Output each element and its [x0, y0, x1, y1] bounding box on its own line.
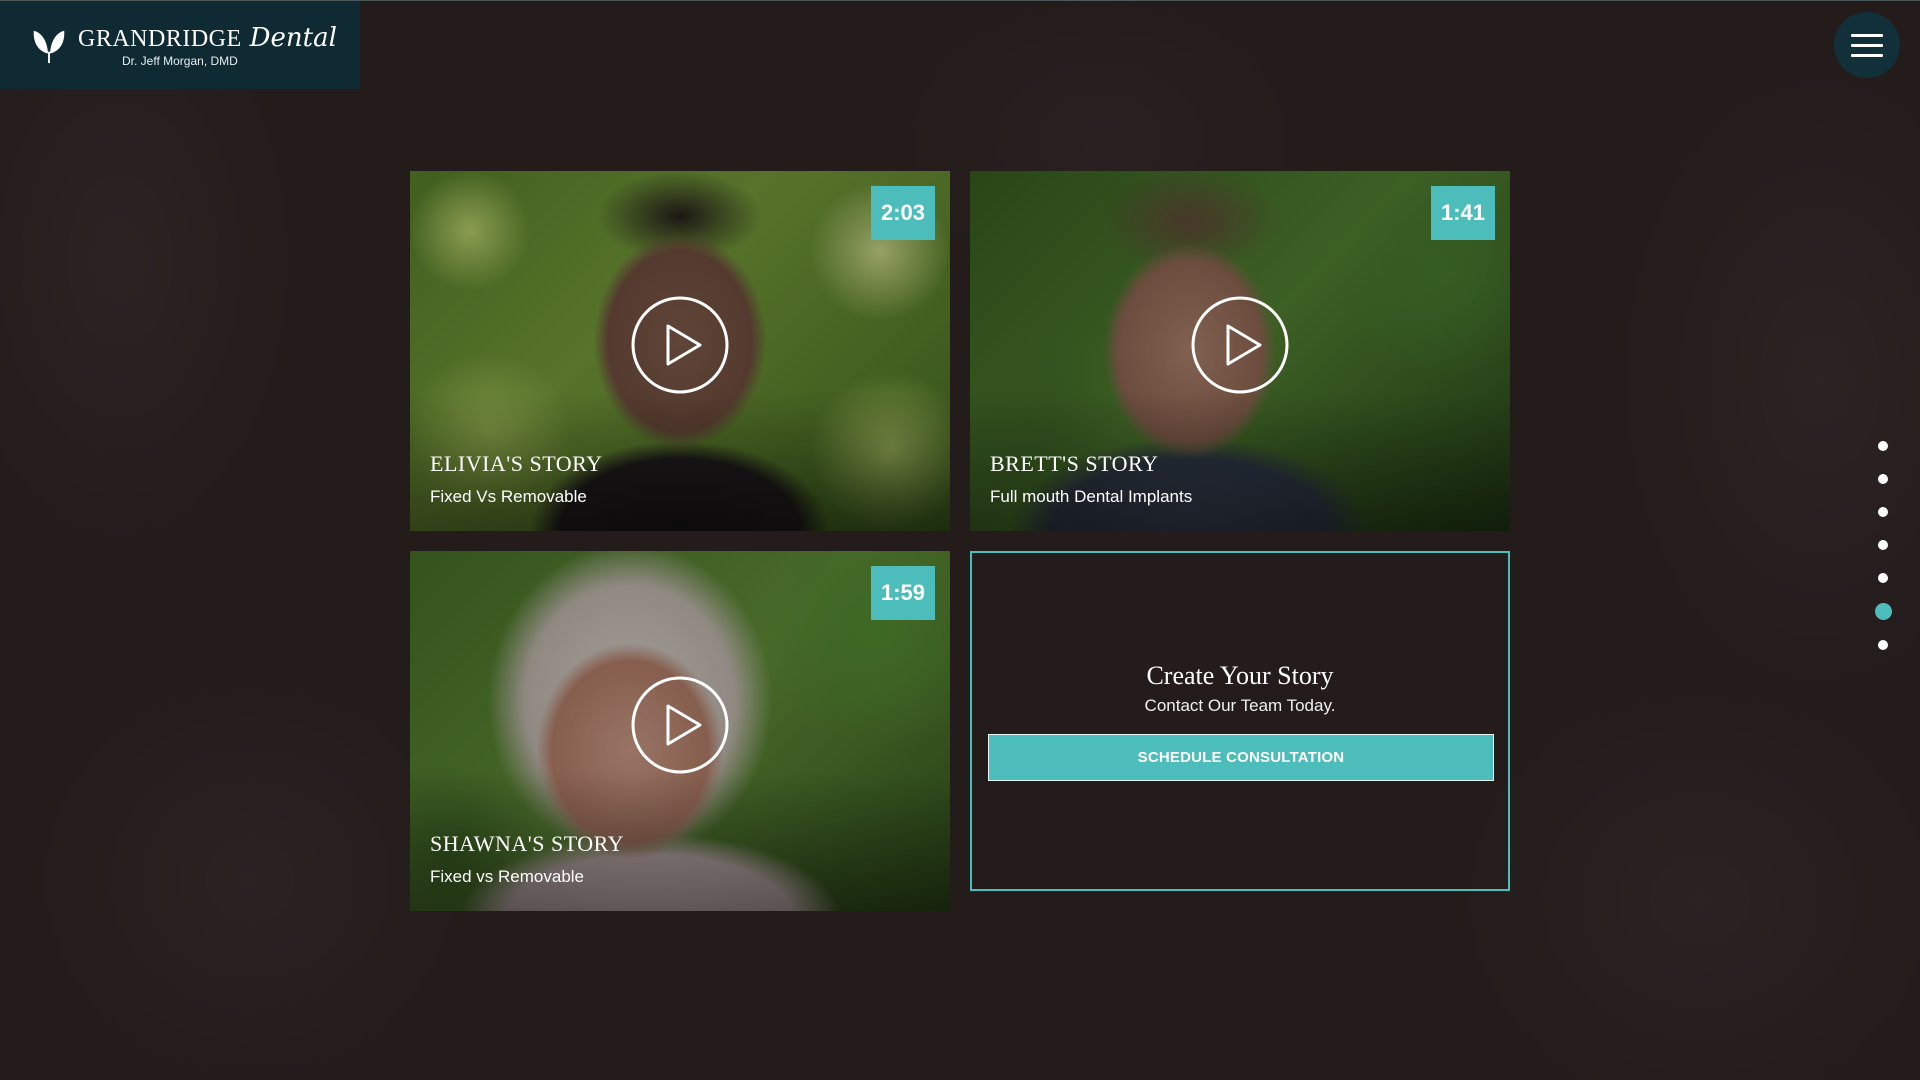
story-subtitle: Full mouth Dental Implants — [990, 487, 1193, 506]
pager-dot[interactable] — [1878, 441, 1888, 451]
logo-brand-name: GRANDRIDGE — [78, 25, 242, 52]
video-duration-badge: 1:59 — [871, 566, 935, 620]
site-logo[interactable]: GRANDRIDGE Dental Dr. Jeff Morgan, DMD — [0, 1, 360, 89]
story-title: BRETT'S STORY — [990, 451, 1159, 476]
play-icon[interactable] — [631, 676, 729, 774]
cta-title: Create Your Story — [1146, 661, 1334, 690]
page: GRANDRIDGE Dental Dr. Jeff Morgan, DMD 2… — [0, 0, 1920, 1080]
story-title: SHAWNA'S STORY — [430, 831, 624, 856]
story-card-shawna[interactable]: 1:59 SHAWNA'S STORY Fixed vs Removable — [410, 551, 950, 911]
story-title: ELIVIA'S STORY — [430, 451, 603, 476]
story-subtitle: Fixed vs Removable — [430, 867, 585, 886]
pager-dot[interactable] — [1878, 640, 1888, 650]
video-duration-badge: 2:03 — [871, 186, 935, 240]
create-story-panel: Create Your Story Contact Our Team Today… — [970, 551, 1510, 891]
leaf-logo-icon — [33, 30, 65, 64]
schedule-consultation-button[interactable]: SCHEDULE CONSULTATION — [988, 734, 1494, 781]
menu-button[interactable] — [1834, 12, 1900, 78]
logo-doctor-name: Dr. Jeff Morgan, DMD — [122, 53, 238, 68]
logo-brand-script: Dental — [249, 22, 337, 53]
video-duration-badge: 1:41 — [1431, 186, 1495, 240]
cta-subtitle: Contact Our Team Today. — [1144, 696, 1336, 715]
pager-dot[interactable] — [1878, 474, 1888, 484]
pager-dot-active[interactable] — [1874, 603, 1892, 620]
play-icon[interactable] — [1191, 296, 1289, 394]
play-icon[interactable] — [631, 296, 729, 394]
pager-dot[interactable] — [1878, 540, 1888, 550]
hamburger-line — [1851, 43, 1883, 47]
hamburger-menu-icon — [1851, 33, 1883, 37]
story-subtitle: Fixed Vs Removable — [430, 487, 587, 506]
section-pager — [1874, 430, 1892, 662]
story-card-brett[interactable]: 1:41 BRETT'S STORY Full mouth Dental Imp… — [970, 171, 1510, 531]
hamburger-line — [1851, 53, 1883, 57]
pager-dot[interactable] — [1878, 573, 1888, 583]
pager-dot[interactable] — [1878, 507, 1888, 517]
story-card-elivia[interactable]: 2:03 ELIVIA'S STORY Fixed Vs Removable — [410, 171, 950, 531]
